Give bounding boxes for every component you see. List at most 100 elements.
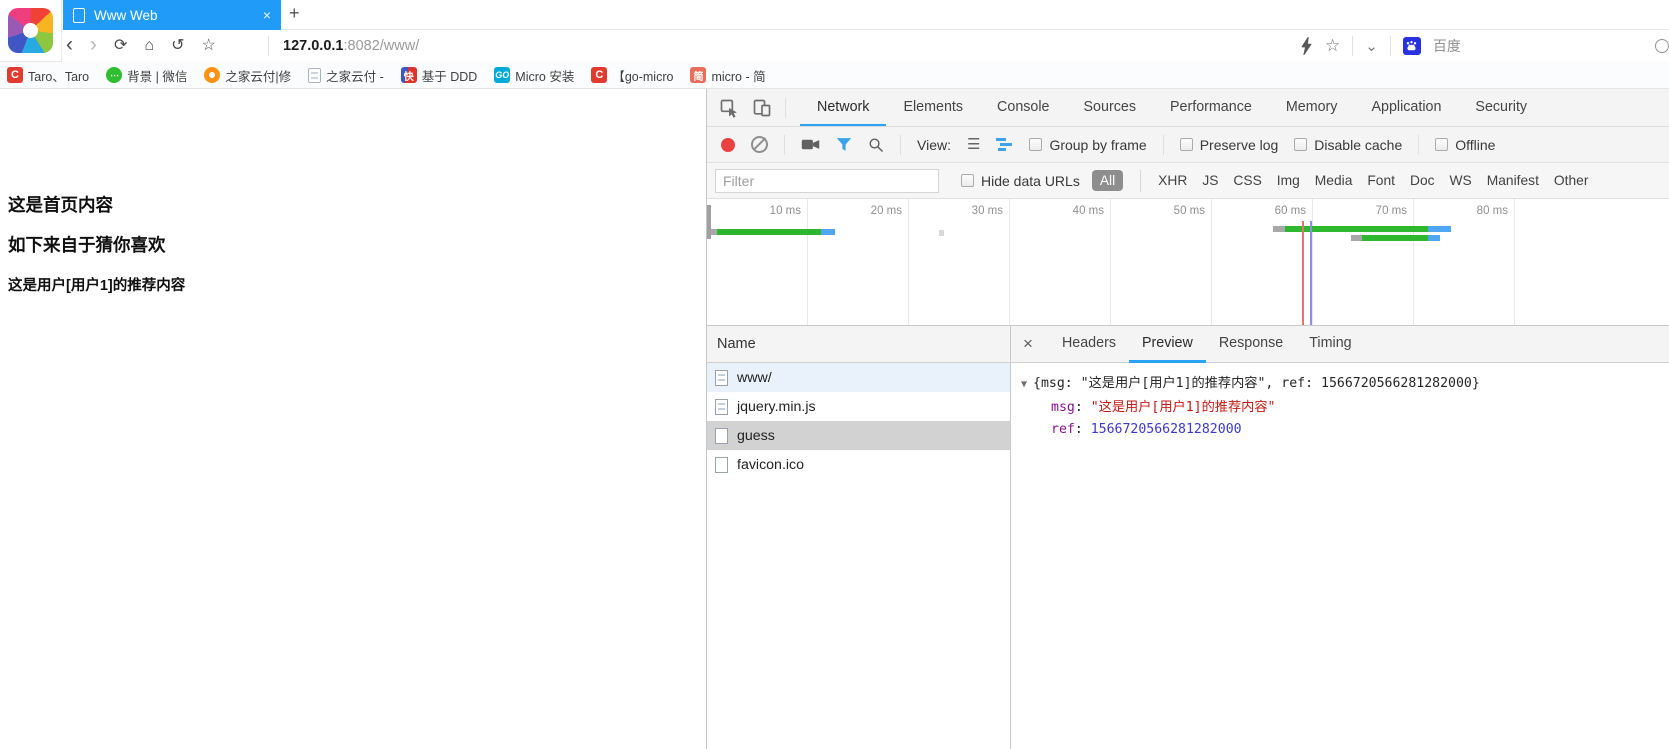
lightning-icon[interactable] (1300, 37, 1313, 55)
new-tab-button[interactable]: + (289, 3, 300, 24)
search-engine-label[interactable]: 百度 (1433, 36, 1461, 56)
request-row[interactable]: favicon.ico (707, 450, 1010, 479)
waterfall-bar (717, 229, 822, 235)
offline-option[interactable]: Offline (1435, 137, 1495, 153)
clear-icon[interactable] (751, 136, 768, 153)
browser-logo-box[interactable] (0, 0, 62, 62)
bookmark-item[interactable]: 之家云付|修 (204, 66, 291, 85)
filter-type-font[interactable]: Font (1367, 173, 1395, 188)
detail-tab-headers[interactable]: Headers (1049, 326, 1129, 363)
devtools-tab-console[interactable]: Console (980, 89, 1066, 126)
timeline-gridline (807, 199, 808, 325)
favorite-star-icon[interactable]: ☆ (201, 38, 215, 54)
baidu-paw-icon[interactable] (1402, 37, 1421, 55)
filter-type-js[interactable]: JS (1202, 173, 1218, 188)
view-list-icon[interactable]: ☰ (967, 137, 980, 152)
go-bookmark-icon: GO (494, 67, 511, 83)
close-detail-icon[interactable]: × (1023, 334, 1033, 354)
filter-type-manifest[interactable]: Manifest (1487, 173, 1539, 188)
forward-icon[interactable]: › (90, 34, 97, 55)
filter-type-ws[interactable]: WS (1450, 173, 1472, 188)
bookmark-star-icon[interactable]: ☆ (1325, 36, 1340, 56)
requests-name-header[interactable]: Name (707, 326, 1010, 363)
screenshot-camera-icon[interactable] (801, 137, 820, 152)
bookmark-item[interactable]: GO Micro 安装 (494, 66, 574, 85)
filter-type-all[interactable]: All (1091, 170, 1124, 191)
network-filter-row: Hide data URLs All XHR JS CSS Img Media Font Do… (707, 163, 1669, 199)
detail-tab-timing[interactable]: Timing (1296, 326, 1364, 363)
filter-type-css[interactable]: CSS (1233, 173, 1261, 188)
filter-type-img[interactable]: Img (1277, 173, 1300, 188)
hide-data-urls-label: Hide data URLs (981, 172, 1080, 189)
document-file-icon (715, 398, 728, 415)
preserve-log-option[interactable]: Preserve log (1179, 137, 1278, 153)
page-content: 这是首页内容 如下来自于猜你喜欢 这是用户[用户1]的推荐内容 (0, 89, 706, 749)
tree-expand-icon[interactable]: ▼ (1021, 379, 1027, 390)
browser-window: Www Web × + ‹ › ⟳ ⌂ ↺ ☆ 127.0.0.1:8082/w… (0, 0, 1669, 749)
view-waterfall-icon[interactable] (996, 138, 1013, 151)
bookmark-label: 基于 DDD (421, 69, 478, 84)
devtools-tab-network[interactable]: Network (800, 89, 887, 126)
filter-input[interactable] (715, 168, 939, 193)
json-ref-line: ref: 1566720566281282000 (1021, 419, 1669, 442)
timeline-gridline (1514, 199, 1515, 325)
checkbox-icon[interactable] (1029, 138, 1043, 151)
filter-type-media[interactable]: Media (1315, 173, 1353, 188)
tab-page-icon (73, 7, 85, 23)
devtools-tab-memory[interactable]: Memory (1269, 89, 1355, 126)
reload-icon[interactable]: ⟳ (114, 38, 127, 54)
bookmark-item[interactable]: C Taro、Taro (7, 66, 89, 85)
filter-type-other[interactable]: Other (1554, 173, 1589, 188)
devtools-tab-security[interactable]: Security (1458, 89, 1544, 126)
devtools-tab-elements[interactable]: Elements (886, 89, 980, 126)
filter-type-xhr[interactable]: XHR (1158, 173, 1187, 188)
device-toolbar-icon[interactable] (752, 98, 772, 118)
browser-tab[interactable]: Www Web × (63, 0, 281, 30)
request-name: jquery.min.js (737, 398, 816, 415)
chevron-down-icon[interactable]: ⌄ (1365, 37, 1378, 55)
request-row[interactable]: guess (707, 421, 1010, 450)
tab-close-icon[interactable]: × (263, 7, 271, 23)
devtools-tab-performance[interactable]: Performance (1153, 89, 1269, 126)
request-detail-pane: × Headers Preview Response Timing ▼ {msg: "这… (1011, 326, 1669, 749)
request-row[interactable]: www/ (707, 363, 1010, 392)
group-by-frame-option[interactable]: Group by frame (1029, 137, 1147, 153)
search-icon[interactable] (868, 137, 884, 153)
checkbox-icon[interactable] (1435, 138, 1449, 151)
record-icon[interactable] (721, 137, 735, 152)
undo-icon[interactable]: ↺ (171, 38, 184, 54)
json-key-msg: msg (1051, 399, 1075, 415)
filter-funnel-icon[interactable] (836, 137, 852, 152)
bookmark-item[interactable]: 快基于 DDD (400, 66, 478, 85)
view-label: View: (917, 136, 951, 153)
checkbox-icon[interactable] (1294, 138, 1308, 151)
devtools-tab-application[interactable]: Application (1354, 89, 1458, 126)
home-icon[interactable]: ⌂ (144, 38, 154, 54)
filter-type-group: All XHR JS CSS Img Media Font Doc WS Manifest Othe… (1091, 169, 1589, 192)
request-row[interactable]: jquery.min.js (707, 392, 1010, 421)
search-circle-icon[interactable] (1655, 39, 1669, 53)
detail-tab-response[interactable]: Response (1206, 326, 1296, 363)
address-bar-divider (268, 36, 269, 56)
address-bar[interactable]: 127.0.0.1:8082/www/ (283, 30, 419, 62)
inspect-element-icon[interactable] (719, 98, 739, 118)
network-detail-section: Name www/jquery.min.js guess favicon.ico ×… (707, 326, 1669, 749)
hide-data-urls-option[interactable]: Hide data URLs (961, 173, 1080, 189)
checkbox-icon[interactable] (961, 174, 974, 187)
filter-type-doc[interactable]: Doc (1410, 173, 1435, 188)
disable-cache-label: Disable cache (1314, 136, 1403, 153)
timeline-gridline (908, 199, 909, 325)
devtools-tool-icons (707, 97, 800, 118)
back-icon[interactable]: ‹ (66, 34, 73, 55)
checkbox-icon[interactable] (1179, 138, 1193, 151)
devtools-tab-sources[interactable]: Sources (1067, 89, 1153, 126)
timeline-tick-label: 80 ms (1476, 205, 1508, 217)
bookmark-item[interactable]: ⋯ 背景 | 微信 (106, 66, 187, 85)
bookmark-item[interactable]: C 【go-micro (591, 66, 673, 85)
bookmark-item[interactable]: 之家云付 - (308, 66, 384, 85)
detail-tab-preview[interactable]: Preview (1128, 326, 1206, 363)
json-summary-line[interactable]: ▼ {msg: "这是用户[用户1]的推荐内容", ref: 1566720566… (1021, 373, 1669, 397)
bookmark-item[interactable]: 简 micro - 简 (690, 66, 766, 85)
disable-cache-option[interactable]: Disable cache (1294, 137, 1402, 153)
network-overview-timeline[interactable]: 10 ms 20 ms 30 ms 40 ms 50 ms 60 ms 70 ms 80 ms (707, 199, 1669, 326)
